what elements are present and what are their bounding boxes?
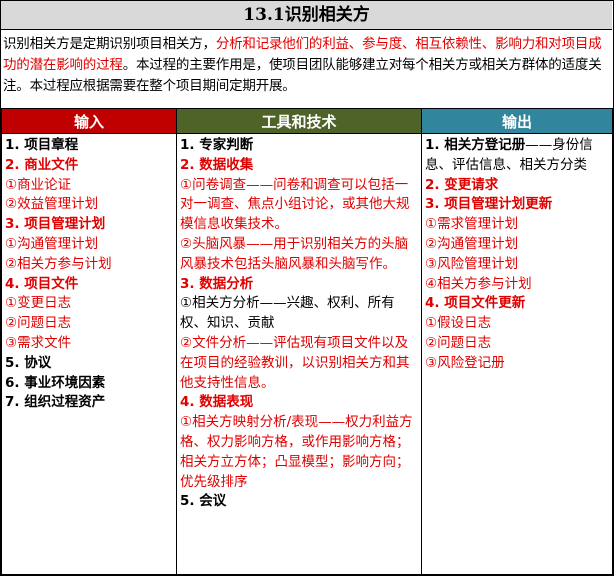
output-row: ②沟通管理计划 — [425, 235, 609, 255]
output-item: ④相关方参与计划 — [425, 275, 532, 292]
tool-item: ①相关方分析——兴趣、权利、所有权、知识、贡献 — [180, 295, 395, 332]
output-item: ①需求管理计划 — [425, 216, 519, 233]
input-item: ①沟通管理计划 — [5, 235, 99, 252]
output-row: 1. 相关方登记册——身份信息、评估信息、相关方分类 — [425, 136, 609, 176]
output-row: ③风险登记册 — [425, 354, 609, 374]
input-row: 7. 组织过程资产 — [5, 393, 173, 413]
description-text: 识别相关方是定期识别项目相关方， — [3, 36, 216, 52]
output-item: ③风险管理计划 — [425, 255, 519, 272]
tool-row: 5. 会议 — [180, 492, 418, 512]
tool-item: ①问卷调查——问卷和调查可以包括一对一调查、焦点小组讨论，或其他大规模信息收集技… — [180, 176, 410, 233]
input-row: 1. 项目章程 — [5, 136, 173, 156]
output-row: ②问题日志 — [425, 334, 609, 354]
output-row: ①需求管理计划 — [425, 215, 609, 235]
tool-row: ①相关方映射分析/表现——权力利益方格、权力影响方格，或作用影响方格；相关方立方… — [180, 413, 418, 492]
outputs-column: 1. 相关方登记册——身份信息、评估信息、相关方分类 2. 变更请求 3. 项目管理… — [421, 133, 613, 575]
output-row: 4. 项目文件更新 — [425, 294, 609, 314]
output-item: 4. 项目文件更新 — [425, 295, 526, 312]
input-item: 3. 项目管理计划 — [5, 216, 106, 233]
input-row: 2. 商业文件 — [5, 156, 173, 176]
output-item: ②沟通管理计划 — [425, 235, 519, 252]
tool-row: 2. 数据收集 — [180, 156, 418, 176]
page-title: 13.1识别相关方 — [1, 1, 612, 30]
output-item: 1. 相关方登记册 — [425, 137, 526, 153]
input-item: 4. 项目文件 — [5, 275, 79, 292]
inputs-column: 1. 项目章程 2. 商业文件 ①商业论证 ②效益管理计划 3. 项目管理计划 ①沟通管理… — [1, 133, 177, 575]
output-item: ③风险登记册 — [425, 354, 505, 371]
tool-row: 4. 数据表现 — [180, 393, 418, 413]
tool-item: ①相关方映射分析/表现——权力利益方格、权力影响方格，或作用影响方格；相关方立方… — [180, 414, 413, 490]
output-item: 2. 变更请求 — [425, 176, 499, 193]
tool-row: 1. 专家判断 — [180, 136, 418, 156]
tool-item: ②文件分析——评估现有项目文件以及在项目的经验教训，以识别相关方和其他支持性信息… — [180, 334, 410, 391]
tool-item: 5. 会议 — [180, 493, 227, 510]
input-item: 6. 事业环境因素 — [5, 374, 106, 391]
input-row: ②效益管理计划 — [5, 195, 173, 215]
tool-item: 2. 数据收集 — [180, 156, 254, 173]
output-row: ④相关方参与计划 — [425, 275, 609, 295]
input-row: ①沟通管理计划 — [5, 235, 173, 255]
input-item: 7. 组织过程资产 — [5, 394, 106, 411]
input-row: ②问题日志 — [5, 314, 173, 334]
tool-row: ②文件分析——评估现有项目文件以及在项目的经验教训，以识别相关方和其他支持性信息… — [180, 334, 418, 393]
input-row: ①变更日志 — [5, 294, 173, 314]
input-row: 6. 事业环境因素 — [5, 374, 173, 394]
input-item: ②相关方参与计划 — [5, 255, 112, 272]
input-item: 1. 项目章程 — [5, 137, 79, 153]
tools-column: 1. 专家判断 2. 数据收集 ①问卷调查——问卷和调查可以包括一对一调查、焦点小组… — [176, 133, 422, 575]
tool-item: 1. 专家判断 — [180, 137, 254, 153]
input-row: 4. 项目文件 — [5, 275, 173, 295]
output-row: ①假设日志 — [425, 314, 609, 334]
output-row: 3. 项目管理计划更新 — [425, 195, 609, 215]
input-item: 5. 协议 — [5, 354, 52, 371]
tool-item: ②头脑风暴——用于识别相关方的头脑风暴技术包括头脑风暴和头脑写作。 — [180, 235, 409, 272]
input-item: 2. 商业文件 — [5, 156, 79, 173]
input-row: ①商业论证 — [5, 176, 173, 196]
input-row: 3. 项目管理计划 — [5, 215, 173, 235]
process-description: 识别相关方是定期识别项目相关方，分析和记录他们的利益、参与度、相互依赖性、影响力… — [3, 34, 609, 97]
input-item: ①变更日志 — [5, 295, 72, 312]
tool-row: ②头脑风暴——用于识别相关方的头脑风暴技术包括头脑风暴和头脑写作。 — [180, 235, 418, 275]
input-row: ②相关方参与计划 — [5, 255, 173, 275]
output-item: ①假设日志 — [425, 315, 492, 332]
input-row: ③需求文件 — [5, 334, 173, 354]
output-row: ③风险管理计划 — [425, 255, 609, 275]
input-item: ②效益管理计划 — [5, 196, 99, 213]
tools-header: 工具和技术 — [176, 108, 422, 134]
tool-row: ①相关方分析——兴趣、权利、所有权、知识、贡献 — [180, 294, 418, 334]
output-row: 2. 变更请求 — [425, 176, 609, 196]
tool-row: ①问卷调查——问卷和调查可以包括一对一调查、焦点小组讨论，或其他大规模信息收集技… — [180, 176, 418, 235]
output-item: 3. 项目管理计划更新 — [425, 196, 553, 213]
outputs-header: 输出 — [421, 108, 613, 134]
tool-row: 3. 数据分析 — [180, 275, 418, 295]
tool-item: 3. 数据分析 — [180, 275, 254, 292]
input-item: ③需求文件 — [5, 334, 72, 351]
tool-item: 4. 数据表现 — [180, 394, 254, 411]
input-item: ①商业论证 — [5, 176, 72, 193]
output-item: ②问题日志 — [425, 334, 492, 351]
input-item: ②问题日志 — [5, 315, 72, 332]
inputs-header: 输入 — [1, 108, 177, 134]
input-row: 5. 协议 — [5, 354, 173, 374]
